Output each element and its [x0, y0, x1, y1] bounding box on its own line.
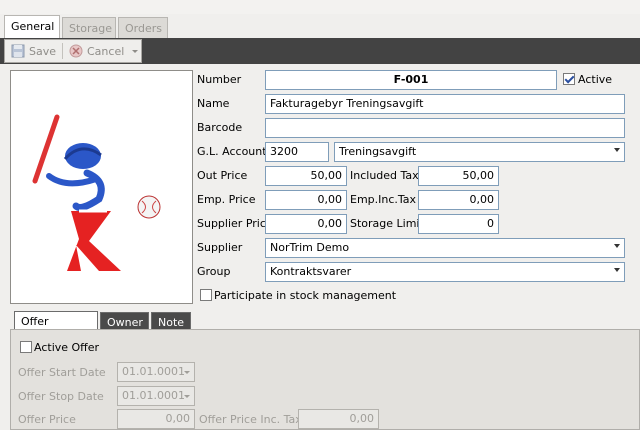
toolbar-button-group: Save Cancel	[4, 39, 142, 63]
included-tax-field[interactable]: 50,00	[418, 166, 499, 186]
tab-orders[interactable]: Orders	[118, 17, 168, 39]
window-top-strip	[0, 0, 640, 14]
gl-account-dropdown[interactable]: Treningsavgift	[334, 142, 625, 162]
emp-inc-tax-label: Emp.Inc.Tax	[350, 193, 417, 206]
active-offer-checkbox[interactable]	[20, 341, 32, 353]
group-dropdown[interactable]: Kontraktsvarer	[265, 262, 625, 282]
chevron-down-icon	[184, 371, 190, 374]
tab-general[interactable]: General	[4, 15, 60, 39]
storage-limit-label: Storage Limit	[350, 217, 424, 230]
supplier-price-field[interactable]: 0,00	[265, 214, 347, 234]
supplier-dropdown[interactable]: NorTrim Demo	[265, 238, 625, 258]
active-label: Active	[578, 73, 613, 86]
dropdown-arrow-icon	[614, 244, 620, 248]
tab-owner-label: Owner	[107, 316, 143, 329]
tab-storage[interactable]: Storage	[62, 17, 116, 39]
save-button[interactable]: Save	[11, 40, 56, 62]
supplier-value: NorTrim Demo	[270, 241, 350, 254]
tab-storage-label: Storage	[69, 22, 113, 35]
offer-price-field[interactable]: 0,00	[117, 409, 195, 429]
offer-price-inc-tax-label: Offer Price Inc. Tax	[199, 413, 302, 426]
name-field[interactable]: Fakturagebyr Treningsavgift	[265, 94, 625, 114]
cancel-label: Cancel	[87, 44, 125, 58]
offer-stop-date-field[interactable]: 01.01.0001	[117, 386, 195, 406]
emp-price-field[interactable]: 0,00	[265, 190, 347, 210]
barcode-field[interactable]	[265, 118, 625, 138]
tab-offer-settings[interactable]: Offer Settings	[14, 311, 98, 341]
offer-start-date-value: 01.01.0001	[122, 365, 185, 378]
emp-price-label: Emp. Price	[197, 193, 256, 206]
cancel-icon	[69, 44, 83, 58]
supplier-label: Supplier	[197, 241, 243, 254]
save-label: Save	[29, 44, 57, 58]
name-label: Name	[197, 97, 230, 110]
supplier-price-label: Supplier Price	[197, 217, 273, 230]
gl-account-label: G.L. Account	[197, 145, 267, 158]
offer-start-date-label: Offer Start Date	[18, 366, 106, 379]
participate-checkbox[interactable]	[200, 289, 212, 301]
out-price-label: Out Price	[197, 169, 248, 182]
tab-general-label: General	[11, 20, 55, 33]
offer-stop-date-label: Offer Stop Date	[18, 390, 104, 403]
tab-note-label: Note	[158, 316, 185, 329]
offer-price-label: Offer Price	[18, 413, 76, 426]
emp-inc-tax-field[interactable]: 0,00	[418, 190, 499, 210]
out-price-field[interactable]: 50,00	[265, 166, 347, 186]
participate-label: Participate in stock management	[214, 289, 397, 302]
storage-limit-field[interactable]: 0	[418, 214, 499, 234]
cancel-button[interactable]: Cancel	[69, 40, 124, 62]
baseball-player-icon	[32, 114, 161, 271]
dropdown-arrow-icon	[614, 148, 620, 152]
active-offer-label: Active Offer	[34, 341, 100, 354]
offer-stop-date-value: 01.01.0001	[122, 389, 185, 402]
offer-start-date-field[interactable]: 01.01.0001	[117, 362, 195, 382]
offer-price-inc-tax-field[interactable]: 0,00	[298, 409, 379, 429]
group-label: Group	[197, 265, 231, 278]
tab-orders-label: Orders	[125, 22, 162, 35]
gl-account-name: Treningsavgift	[339, 145, 417, 158]
chevron-down-icon	[184, 395, 190, 398]
group-value: Kontraktsvarer	[270, 265, 352, 278]
number-label: Number	[197, 73, 242, 86]
save-icon	[11, 44, 25, 58]
included-tax-label: Included Tax	[350, 169, 419, 182]
barcode-label: Barcode	[197, 121, 243, 134]
product-image[interactable]	[10, 70, 193, 304]
number-field[interactable]: F-001	[265, 70, 557, 90]
gl-account-code-field[interactable]: 3200	[265, 142, 329, 162]
dropdown-arrow-icon	[614, 268, 620, 272]
chevron-down-icon[interactable]	[132, 50, 138, 53]
toolbar-separator	[62, 43, 63, 59]
active-checkbox[interactable]	[563, 73, 575, 85]
